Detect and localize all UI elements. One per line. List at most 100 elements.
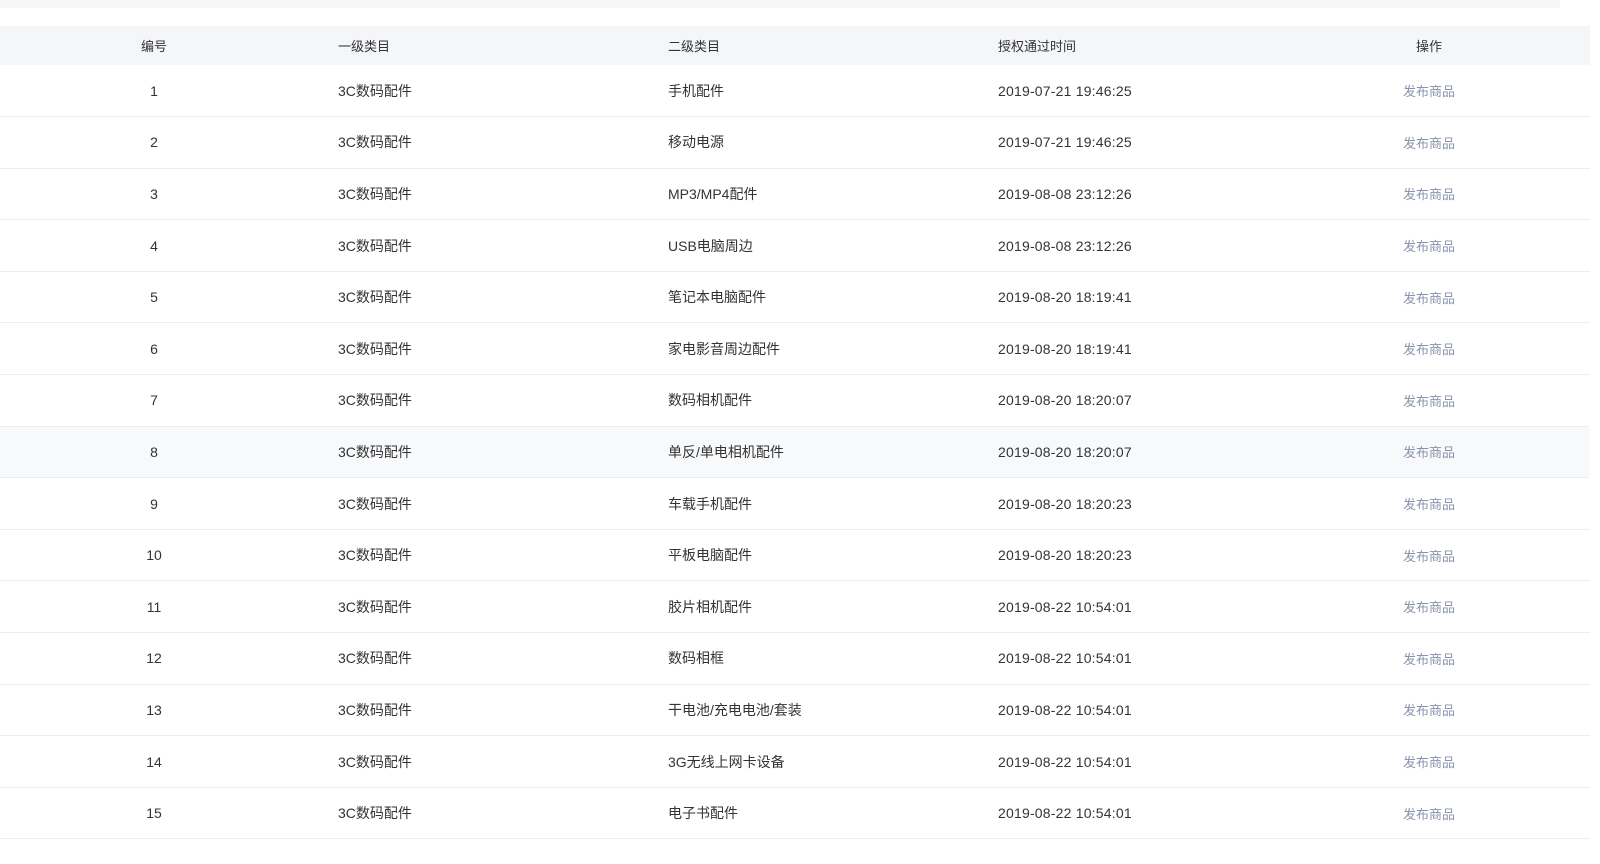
cell-time: 2019-08-20 18:20:07 bbox=[998, 443, 1132, 460]
cell-num: 10 bbox=[146, 547, 162, 564]
cell-cat2: 干电池/充电电池/套装 bbox=[668, 701, 802, 718]
cell-cat2: 车载手机配件 bbox=[668, 495, 752, 512]
publish-product-link[interactable]: 发布商品 bbox=[1403, 497, 1455, 512]
publish-product-link[interactable]: 发布商品 bbox=[1403, 136, 1455, 151]
table-header: 编号 一级类目 二级类目 授权通过时间 操作 bbox=[0, 26, 1590, 65]
cell-time: 2019-07-21 19:46:25 bbox=[998, 134, 1132, 151]
cell-time: 2019-08-22 10:54:01 bbox=[998, 805, 1132, 822]
cell-cat1: 3C数码配件 bbox=[338, 650, 412, 667]
publish-product-link[interactable]: 发布商品 bbox=[1403, 703, 1455, 718]
cell-cat2: 数码相框 bbox=[668, 650, 724, 667]
cell-op: 发布商品 bbox=[1328, 581, 1590, 633]
cell-cat1: 3C数码配件 bbox=[338, 805, 412, 822]
header-op: 操作 bbox=[1415, 39, 1442, 54]
cell-time: 2019-08-20 18:20:23 bbox=[998, 547, 1132, 564]
publish-product-link[interactable]: 发布商品 bbox=[1403, 549, 1455, 564]
cell-op: 发布商品 bbox=[1328, 65, 1590, 117]
publish-product-link[interactable]: 发布商品 bbox=[1403, 652, 1455, 667]
cell-op: 发布商品 bbox=[1328, 323, 1590, 375]
table-row: 11 3C数码配件 胶片相机配件 2019-08-22 10:54:01 发布商品 bbox=[0, 581, 1590, 633]
publish-product-link[interactable]: 发布商品 bbox=[1403, 600, 1455, 615]
cell-cat1: 3C数码配件 bbox=[338, 289, 412, 306]
cell-op: 发布商品 bbox=[1328, 529, 1590, 581]
table-body: 1 3C数码配件 手机配件 2019-07-21 19:46:25 发布商品 2 3C数码配… bbox=[0, 65, 1590, 839]
table-row: 6 3C数码配件 家电影音周边配件 2019-08-20 18:19:41 发布商品 bbox=[0, 323, 1590, 375]
cell-cat2: USB电脑周边 bbox=[668, 237, 753, 254]
cell-num: 15 bbox=[146, 805, 162, 822]
cell-op: 发布商品 bbox=[1328, 633, 1590, 685]
header-cat1: 一级类目 bbox=[338, 39, 391, 54]
cell-num: 6 bbox=[150, 340, 158, 357]
cell-cat2: 电子书配件 bbox=[668, 805, 738, 822]
cell-num: 2 bbox=[150, 134, 158, 151]
cell-cat2: 胶片相机配件 bbox=[668, 598, 752, 615]
publish-product-link[interactable]: 发布商品 bbox=[1403, 84, 1455, 99]
table-row: 9 3C数码配件 车载手机配件 2019-08-20 18:20:23 发布商品 bbox=[0, 478, 1590, 530]
publish-product-link[interactable]: 发布商品 bbox=[1403, 394, 1455, 409]
cell-num: 5 bbox=[150, 289, 158, 306]
cell-cat2: 平板电脑配件 bbox=[668, 547, 752, 564]
cell-op: 发布商品 bbox=[1328, 117, 1590, 169]
cell-num: 13 bbox=[146, 701, 162, 718]
table-row: 10 3C数码配件 平板电脑配件 2019-08-20 18:20:23 发布商品 bbox=[0, 529, 1590, 581]
cell-op: 发布商品 bbox=[1328, 168, 1590, 220]
cell-op: 发布商品 bbox=[1328, 787, 1590, 839]
cell-cat2: 移动电源 bbox=[668, 134, 724, 151]
publish-product-link[interactable]: 发布商品 bbox=[1403, 342, 1455, 357]
cell-cat1: 3C数码配件 bbox=[338, 340, 412, 357]
cell-cat1: 3C数码配件 bbox=[338, 753, 412, 770]
cell-time: 2019-08-08 23:12:26 bbox=[998, 237, 1132, 254]
cell-cat2: 数码相机配件 bbox=[668, 392, 752, 409]
cell-time: 2019-08-08 23:12:26 bbox=[998, 185, 1132, 202]
cell-num: 14 bbox=[146, 753, 162, 770]
cell-op: 发布商品 bbox=[1328, 220, 1590, 272]
publish-product-link[interactable]: 发布商品 bbox=[1403, 187, 1455, 202]
cell-time: 2019-08-20 18:20:07 bbox=[998, 392, 1132, 409]
cell-time: 2019-08-20 18:19:41 bbox=[998, 289, 1132, 306]
table-row: 5 3C数码配件 笔记本电脑配件 2019-08-20 18:19:41 发布商品 bbox=[0, 271, 1590, 323]
table-row: 12 3C数码配件 数码相框 2019-08-22 10:54:01 发布商品 bbox=[0, 633, 1590, 685]
cell-num: 12 bbox=[146, 650, 162, 667]
publish-product-link[interactable]: 发布商品 bbox=[1403, 755, 1455, 770]
publish-product-link[interactable]: 发布商品 bbox=[1403, 291, 1455, 306]
cell-op: 发布商品 bbox=[1328, 271, 1590, 323]
cell-op: 发布商品 bbox=[1328, 478, 1590, 530]
cell-cat2: MP3/MP4配件 bbox=[668, 185, 758, 202]
table-row: 1 3C数码配件 手机配件 2019-07-21 19:46:25 发布商品 bbox=[0, 65, 1590, 117]
cell-time: 2019-08-20 18:19:41 bbox=[998, 340, 1132, 357]
publish-product-link[interactable]: 发布商品 bbox=[1403, 239, 1455, 254]
cell-cat2: 家电影音周边配件 bbox=[668, 340, 780, 357]
cell-cat1: 3C数码配件 bbox=[338, 495, 412, 512]
cell-cat2: 3G无线上网卡设备 bbox=[668, 753, 785, 770]
publish-product-link[interactable]: 发布商品 bbox=[1403, 807, 1455, 822]
cell-op: 发布商品 bbox=[1328, 684, 1590, 736]
cell-cat2: 单反/单电相机配件 bbox=[668, 443, 784, 460]
cell-cat1: 3C数码配件 bbox=[338, 185, 412, 202]
cell-time: 2019-08-22 10:54:01 bbox=[998, 701, 1132, 718]
cell-time: 2019-08-22 10:54:01 bbox=[998, 650, 1132, 667]
table-row: 4 3C数码配件 USB电脑周边 2019-08-08 23:12:26 发布商品 bbox=[0, 220, 1590, 272]
cell-time: 2019-08-20 18:20:23 bbox=[998, 495, 1132, 512]
table-row: 13 3C数码配件 干电池/充电电池/套装 2019-08-22 10:54:01 发布… bbox=[0, 684, 1590, 736]
cell-num: 7 bbox=[150, 392, 158, 409]
header-cat2: 二级类目 bbox=[668, 39, 721, 54]
table-header-row: 编号 一级类目 二级类目 授权通过时间 操作 bbox=[0, 26, 1590, 65]
publish-product-link[interactable]: 发布商品 bbox=[1403, 445, 1455, 460]
authorized-category-table-container: 编号 一级类目 二级类目 授权通过时间 操作 1 3C数码配件 手机配件 2019-0… bbox=[0, 26, 1590, 839]
table-row: 3 3C数码配件 MP3/MP4配件 2019-08-08 23:12:26 发布商品 bbox=[0, 168, 1590, 220]
cell-cat1: 3C数码配件 bbox=[338, 82, 412, 99]
cell-num: 9 bbox=[150, 495, 158, 512]
cell-time: 2019-08-22 10:54:01 bbox=[998, 753, 1132, 770]
cell-cat1: 3C数码配件 bbox=[338, 547, 412, 564]
table-row: 7 3C数码配件 数码相机配件 2019-08-20 18:20:07 发布商品 bbox=[0, 375, 1590, 427]
cell-cat1: 3C数码配件 bbox=[338, 237, 412, 254]
table-row: 8 3C数码配件 单反/单电相机配件 2019-08-20 18:20:07 发布商品 bbox=[0, 426, 1590, 478]
cell-cat1: 3C数码配件 bbox=[338, 134, 412, 151]
cell-cat1: 3C数码配件 bbox=[338, 701, 412, 718]
cell-op: 发布商品 bbox=[1328, 426, 1590, 478]
cell-num: 4 bbox=[150, 237, 158, 254]
table-row: 14 3C数码配件 3G无线上网卡设备 2019-08-22 10:54:01 发布商品 bbox=[0, 736, 1590, 788]
cell-cat1: 3C数码配件 bbox=[338, 392, 412, 409]
cell-num: 11 bbox=[146, 598, 162, 615]
cell-cat2: 笔记本电脑配件 bbox=[668, 289, 766, 306]
